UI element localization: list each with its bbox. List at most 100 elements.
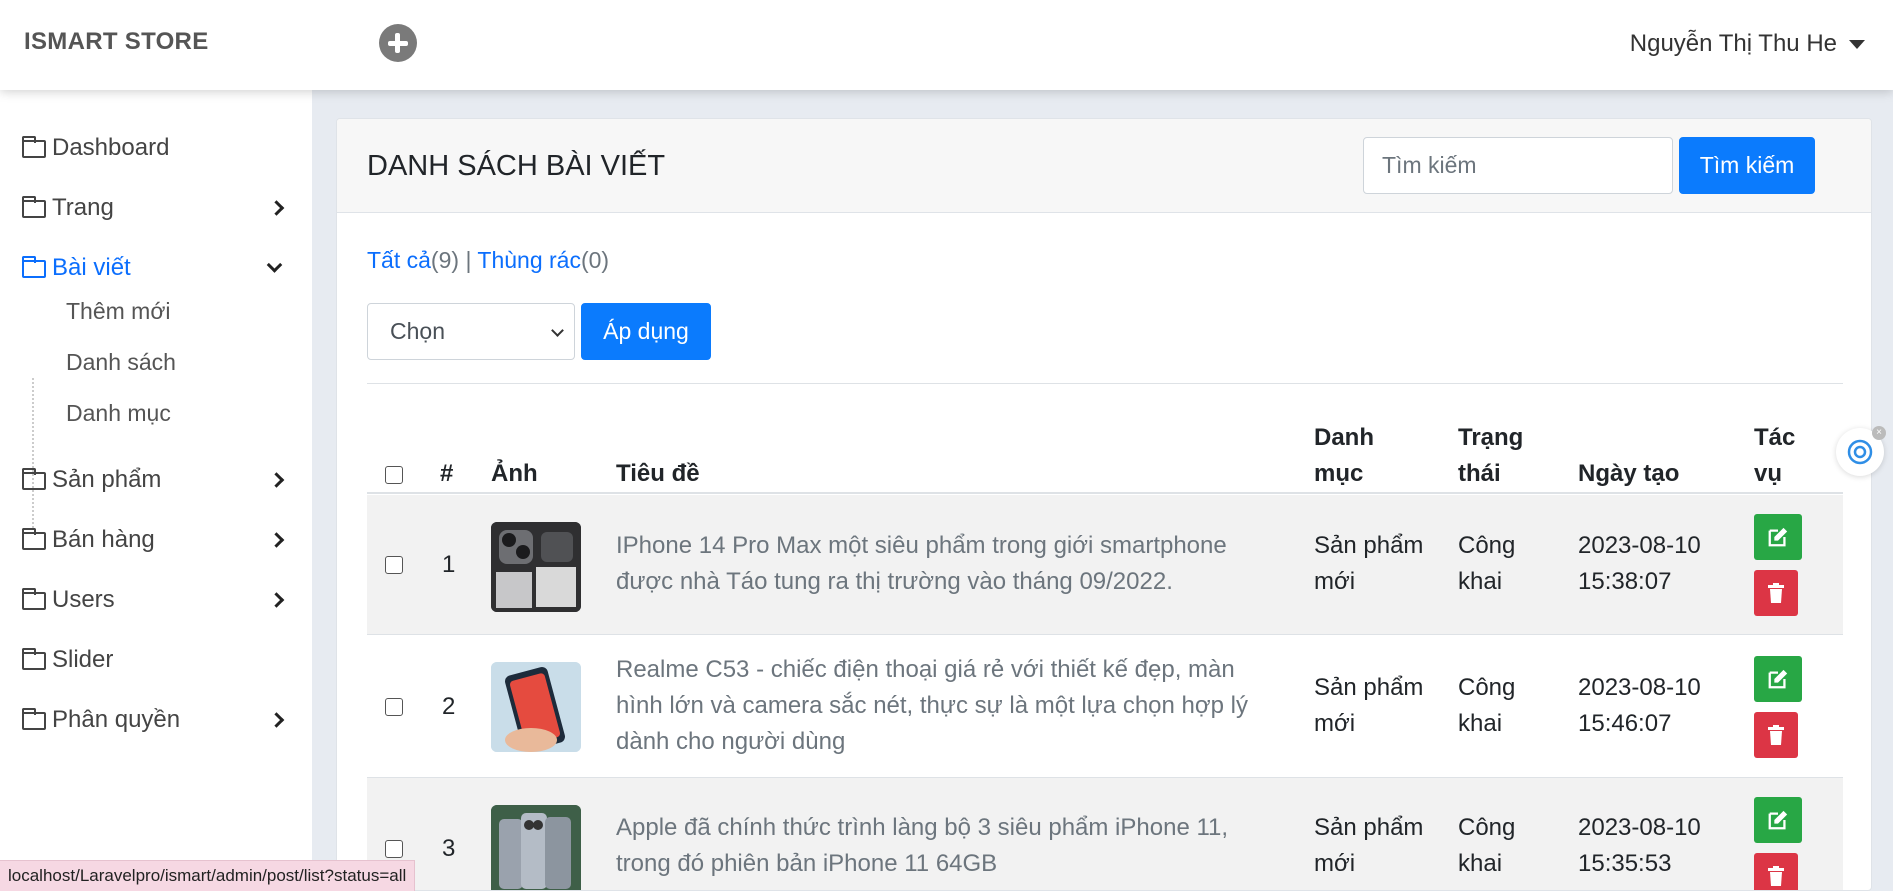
search-button[interactable]: Tìm kiếm — [1679, 137, 1815, 194]
post-created-time: 15:35:53 — [1578, 850, 1672, 877]
trash-icon — [1768, 866, 1784, 886]
sidebar-item-dashboard[interactable]: Dashboard — [22, 134, 282, 162]
sidebar-item-label: Users — [52, 586, 115, 613]
post-category: Sản phẩm mới — [1314, 810, 1423, 882]
sidebar-item-label: Slider — [52, 646, 114, 673]
post-created-time: 15:38:07 — [1578, 568, 1672, 595]
sidebar-item-label: Phân quyền — [52, 706, 181, 733]
post-title-line: IPhone 14 Pro Max một siêu phẩm trong gi… — [616, 532, 1227, 559]
edit-button[interactable] — [1754, 656, 1802, 702]
post-created-date: 2023-08-10 — [1578, 532, 1701, 559]
close-icon[interactable]: × — [1872, 426, 1886, 440]
post-category-line: Sản phẩm — [1314, 674, 1424, 701]
post-title-line: hình lớn và camera sắc nét, thực sự là m… — [616, 692, 1248, 719]
apply-button[interactable]: Áp dụng — [581, 303, 711, 360]
header-actions: Tác vụ — [1754, 420, 1795, 492]
row-num: 1 — [442, 551, 456, 578]
chevron-down-icon[interactable] — [266, 256, 283, 273]
edit-button[interactable] — [1754, 514, 1802, 560]
plus-circle-icon[interactable] — [379, 24, 417, 62]
sidebar-item-pages[interactable]: Trang — [22, 194, 285, 222]
brand-logo[interactable]: ISMART STORE — [24, 28, 209, 56]
chevron-right-icon[interactable] — [268, 472, 285, 488]
row-checkbox[interactable] — [385, 698, 403, 716]
sidebar-item-label: Dashboard — [52, 134, 170, 161]
select-all-checkbox[interactable] — [385, 466, 403, 484]
post-title[interactable]: Apple đã chính thức trình làng bộ 3 siêu… — [616, 810, 1228, 882]
post-category-line: mới — [1314, 568, 1356, 595]
header-category-line: Danh — [1314, 424, 1374, 451]
post-title-line: Apple đã chính thức trình làng bộ 3 siêu… — [616, 814, 1229, 841]
post-thumbnail — [491, 805, 581, 890]
delete-button[interactable] — [1754, 853, 1798, 890]
post-status-line: Công — [1458, 674, 1516, 701]
filter-separator: | — [465, 247, 472, 273]
assistant-button[interactable]: × — [1836, 426, 1886, 476]
chevron-down-icon — [551, 324, 564, 337]
post-title-line: Realme C53 - chiếc điện thoại giá rẻ với… — [616, 656, 1235, 683]
folder-icon — [22, 136, 46, 158]
chevron-right-icon[interactable] — [268, 712, 285, 728]
caret-down-icon[interactable] — [1849, 39, 1865, 49]
post-title[interactable]: IPhone 14 Pro Max một siêu phẩm trong gi… — [616, 528, 1227, 600]
row-checkbox[interactable] — [385, 840, 403, 858]
filter-all-link[interactable]: Tất cả — [367, 247, 431, 273]
search-input[interactable] — [1363, 137, 1673, 194]
submenu-item-list[interactable]: Danh sách — [66, 349, 176, 376]
delete-button[interactable] — [1754, 570, 1798, 616]
trash-icon — [1768, 583, 1784, 603]
submenu-item-category[interactable]: Danh mục — [66, 400, 171, 427]
assistant-icon — [1847, 439, 1873, 465]
post-thumbnail — [491, 662, 581, 752]
submenu-guide — [32, 378, 34, 528]
sidebar-item-products[interactable]: Sản phẩm — [22, 466, 285, 494]
post-status-line: Công — [1458, 814, 1516, 841]
user-menu[interactable]: Nguyễn Thị Thu He — [1630, 30, 1865, 58]
folder-icon — [22, 588, 46, 610]
chevron-right-icon[interactable] — [268, 592, 285, 608]
sidebar-item-permissions[interactable]: Phân quyền — [22, 706, 285, 734]
post-title-line: trong đó phiên bản iPhone 11 64GB — [616, 850, 998, 877]
sidebar-item-slider[interactable]: Slider — [22, 646, 282, 674]
header-actions-line: vụ — [1754, 460, 1783, 487]
bulk-action-select[interactable]: Chọn — [367, 303, 575, 360]
header-status-line: Trạng — [1458, 424, 1524, 451]
user-name[interactable]: Nguyễn Thị Thu He — [1630, 30, 1837, 58]
post-status: Công khai — [1458, 670, 1515, 742]
folder-icon — [22, 648, 46, 670]
post-title-line: được nhà Táo tung ra thị trường vào thán… — [616, 568, 1173, 595]
sidebar-item-sales[interactable]: Bán hàng — [22, 526, 285, 554]
filter-trash-count: (0) — [580, 247, 610, 273]
post-category: Sản phẩm mới — [1314, 528, 1423, 600]
sidebar-item-posts[interactable]: Bài viết — [22, 254, 283, 282]
table-row[interactable]: 2 Realme C53 - chiếc điện thoại giá rẻ v… — [367, 635, 1843, 778]
table-row[interactable]: 3 Apple đã chính thức trình làng bộ 3 si… — [367, 778, 1843, 890]
header-status: Trạng thái — [1458, 420, 1523, 492]
post-list-card: DANH SÁCH BÀI VIẾT Tìm kiếm Tất cả(9) | … — [336, 118, 1872, 891]
submenu-item-add[interactable]: Thêm mới — [66, 298, 171, 325]
top-navbar: ISMART STORE Nguyễn Thị Thu He — [0, 0, 1893, 90]
table-row[interactable]: 1 IPhone 14 Pro Max một siêu phẩm trong … — [367, 495, 1843, 635]
post-created-date: 2023-08-10 — [1578, 814, 1701, 841]
sidebar-item-users[interactable]: Users — [22, 586, 285, 614]
post-category: Sản phẩm mới — [1314, 670, 1423, 742]
sidebar-item-label: Bài viết — [52, 254, 131, 281]
chevron-right-icon[interactable] — [268, 200, 285, 216]
filter-trash-link[interactable]: Thùng rác — [477, 247, 581, 273]
header-num: # — [440, 460, 454, 487]
post-status: Công khai — [1458, 528, 1515, 600]
chevron-right-icon[interactable] — [268, 532, 285, 548]
post-category-line: Sản phẩm — [1314, 532, 1424, 559]
delete-button[interactable] — [1754, 712, 1798, 758]
post-status-line: khai — [1458, 850, 1503, 877]
post-created: 2023-08-10 15:46:07 — [1578, 670, 1701, 742]
edit-icon — [1768, 527, 1788, 547]
row-num: 3 — [442, 835, 456, 862]
post-thumbnail — [491, 522, 581, 612]
post-title[interactable]: Realme C53 - chiếc điện thoại giá rẻ với… — [616, 652, 1248, 760]
post-created-date: 2023-08-10 — [1578, 674, 1701, 701]
sidebar-item-label: Trang — [52, 194, 114, 221]
row-checkbox[interactable] — [385, 556, 403, 574]
edit-button[interactable] — [1754, 797, 1802, 843]
post-status-line: Công — [1458, 532, 1516, 559]
